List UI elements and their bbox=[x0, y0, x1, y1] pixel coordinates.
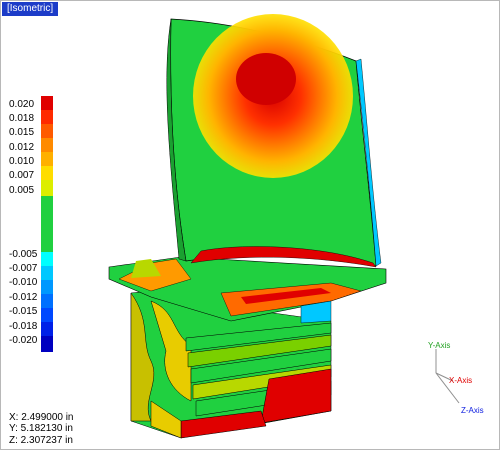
cursor-coordinates: X: 2.499000 in Y: 5.182130 in Z: 2.30723… bbox=[9, 412, 74, 447]
axis-triad bbox=[435, 349, 460, 404]
y-axis-label: Y-Axis bbox=[428, 341, 451, 350]
x-axis-label: X-Axis bbox=[449, 376, 473, 385]
coord-x: X: 2.499000 in bbox=[9, 411, 74, 423]
coord-z: Z: 2.307237 in bbox=[9, 434, 73, 446]
graphics-viewport[interactable]: [Isometric] 0.020 0.018 0.015 0.012 0.01… bbox=[0, 0, 500, 450]
z-axis-label: Z-Axis bbox=[461, 406, 484, 415]
coord-y: Y: 5.182130 in bbox=[9, 423, 73, 434]
